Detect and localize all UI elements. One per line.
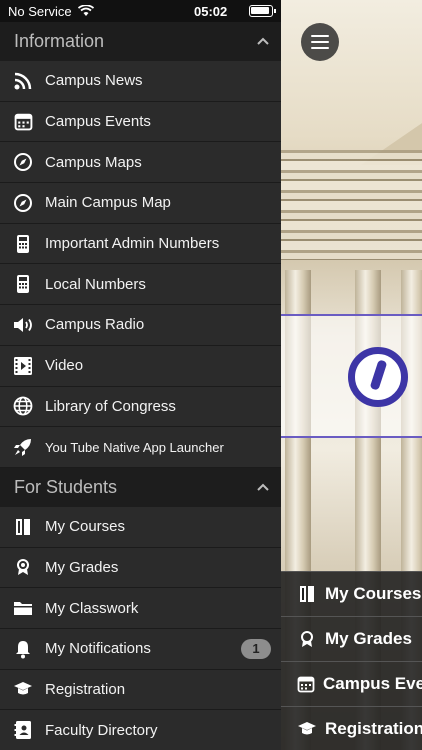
menu-item-video[interactable]: Video xyxy=(0,346,281,387)
menu-item-label: Campus Radio xyxy=(45,316,145,334)
phone-icon xyxy=(12,273,34,295)
menu-item-label: Local Numbers xyxy=(45,275,146,293)
status-bar: No Service 05:02 xyxy=(0,0,281,22)
compass-icon xyxy=(12,192,34,214)
menu-item-label: Important Admin Numbers xyxy=(45,235,220,253)
menu-item-library-of-congress[interactable]: Library of Congress xyxy=(0,387,281,428)
quick-item-label: My Grades xyxy=(325,629,412,648)
quick-access-bar: My Courses My Grades Campus Eve Registra… xyxy=(281,571,422,750)
menu-item-label: You Tube Native App Launcher xyxy=(45,439,224,455)
menu-item-campus-events[interactable]: Campus Events xyxy=(0,102,281,143)
calendar-icon xyxy=(297,674,315,694)
book-icon xyxy=(297,584,317,604)
building-cornice xyxy=(281,150,422,260)
quick-item-label: My Courses xyxy=(325,584,422,603)
menu-item-faculty-directory[interactable]: Faculty Directory xyxy=(0,710,281,750)
wifi-icon xyxy=(77,5,94,16)
film-icon xyxy=(12,355,34,377)
menu-item-label: Main Campus Map xyxy=(45,194,171,212)
chevron-up-icon xyxy=(257,37,269,45)
calendar-icon xyxy=(12,111,34,133)
section-title: For Students xyxy=(14,476,118,497)
menu-item-local-numbers[interactable]: Local Numbers xyxy=(0,264,281,306)
carrier-indicator: No Service xyxy=(8,4,94,19)
menu-item-label: Campus Maps xyxy=(45,153,142,171)
graduation-cap-icon xyxy=(12,678,34,700)
phone-icon xyxy=(12,233,34,255)
menu-item-label: My Notifications xyxy=(45,640,151,658)
award-icon xyxy=(297,629,317,649)
menu-toggle-button[interactable] xyxy=(301,23,339,61)
book-icon xyxy=(12,516,34,538)
menu-item-label: Library of Congress xyxy=(45,397,176,415)
menu-item-label: My Grades xyxy=(45,558,119,576)
bell-icon xyxy=(12,638,34,660)
hamburger-icon xyxy=(311,35,329,49)
battery-icon xyxy=(249,5,276,17)
app-logo xyxy=(348,347,408,407)
menu-item-label: Video xyxy=(45,357,84,375)
menu-item-campus-news[interactable]: Campus News xyxy=(0,61,281,102)
menu-item-label: My Classwork xyxy=(45,599,139,617)
menu-item-my-classwork[interactable]: My Classwork xyxy=(0,588,281,629)
quick-item-registration[interactable]: Registration xyxy=(281,706,422,750)
menu-item-my-notifications[interactable]: My Notifications 1 xyxy=(0,629,281,670)
award-icon xyxy=(12,556,34,578)
menu-item-youtube-launcher[interactable]: You Tube Native App Launcher xyxy=(0,427,281,468)
quick-item-my-courses[interactable]: My Courses xyxy=(281,571,422,616)
contact-book-icon xyxy=(12,719,34,741)
menu-item-campus-maps[interactable]: Campus Maps xyxy=(0,142,281,184)
section-header-for-students[interactable]: For Students xyxy=(0,467,281,507)
quick-item-label: Campus Eve xyxy=(323,674,422,693)
quick-item-my-grades[interactable]: My Grades xyxy=(281,616,422,661)
folder-icon xyxy=(12,597,34,619)
menu-item-label: Campus News xyxy=(45,72,143,90)
menu-item-main-campus-map[interactable]: Main Campus Map xyxy=(0,183,281,224)
menu-item-my-courses[interactable]: My Courses xyxy=(0,507,281,548)
graduation-cap-icon xyxy=(297,719,317,739)
notification-count-badge: 1 xyxy=(241,638,271,659)
compass-icon xyxy=(12,151,34,173)
section-title: Information xyxy=(14,31,105,51)
globe-icon xyxy=(12,395,34,417)
side-drawer: No Service 05:02 Information Campus News… xyxy=(0,0,281,750)
menu-item-registration[interactable]: Registration xyxy=(0,670,281,711)
rocket-icon xyxy=(12,436,34,458)
menu-item-label: Registration xyxy=(45,680,126,698)
menu-item-label: My Courses xyxy=(45,518,126,536)
section-header-information[interactable]: Information xyxy=(0,22,281,61)
status-time: 05:02 xyxy=(194,4,228,19)
menu-item-important-admin-numbers[interactable]: Important Admin Numbers xyxy=(0,224,281,265)
menu-item-label: Campus Events xyxy=(45,113,151,131)
carrier-label: No Service xyxy=(8,3,72,19)
chevron-up-icon xyxy=(257,483,269,491)
quick-item-campus-events[interactable]: Campus Eve xyxy=(281,661,422,706)
menu-item-my-grades[interactable]: My Grades xyxy=(0,548,281,589)
menu-item-label: Faculty Directory xyxy=(45,721,158,739)
rss-icon xyxy=(12,70,34,92)
menu-item-campus-radio[interactable]: Campus Radio xyxy=(0,305,281,346)
quick-item-label: Registration xyxy=(325,719,422,738)
speaker-icon xyxy=(12,314,34,336)
